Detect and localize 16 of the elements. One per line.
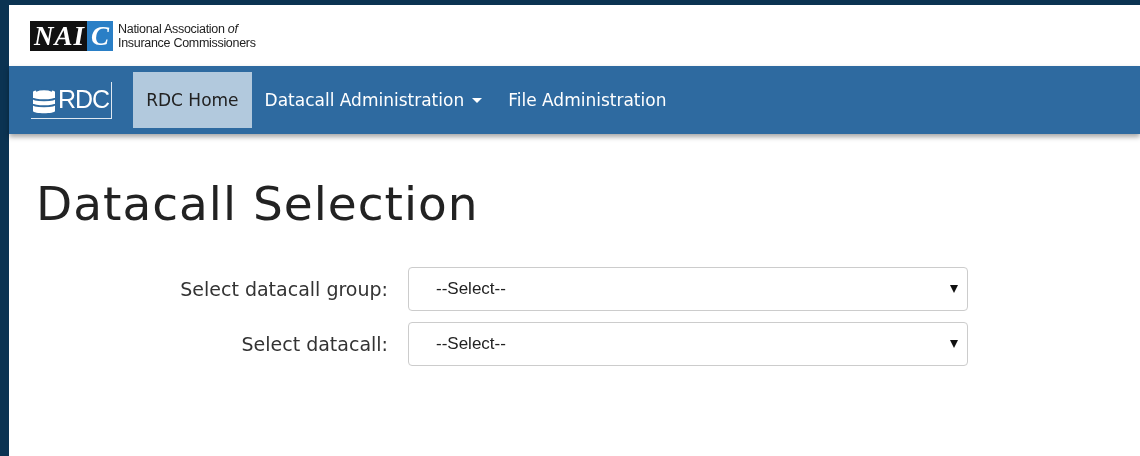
caret-icon — [472, 97, 483, 103]
naic-logo: NAI C — [30, 20, 114, 51]
page-title: Datacall Selection — [36, 176, 480, 231]
select-dropdown[interactable]: --Select-- — [408, 267, 968, 311]
dropdown-arrow-icon — [950, 285, 958, 293]
field-label: Select datacall: — [240, 333, 388, 355]
nav-link[interactable]: RDC Home — [133, 72, 252, 128]
field-label: Select datacall group: — [179, 278, 388, 300]
dropdown-arrow-icon — [950, 340, 958, 348]
org-name: Insurance Commissioners — [118, 35, 256, 50]
nav-link[interactable]: Datacall Administration — [251, 72, 496, 128]
nav-link[interactable]: File Administration — [495, 72, 680, 128]
org-name: National Association of — [118, 21, 240, 36]
select-dropdown[interactable]: --Select-- — [408, 322, 968, 366]
brand-name: RDC — [58, 85, 110, 114]
rdc-logo[interactable]: RDC — [31, 81, 113, 119]
